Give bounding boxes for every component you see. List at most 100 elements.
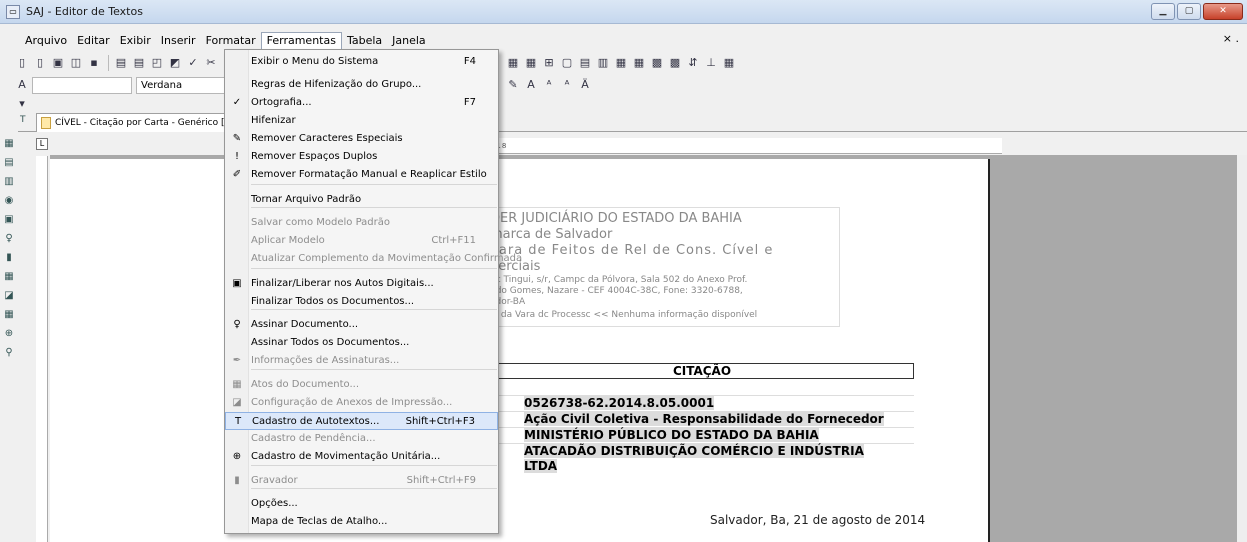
menu-item-label: Finalizar Todos os Documentos... bbox=[251, 296, 415, 307]
menu-item-17[interactable]: ◪ Configuração de Anexos de Impressão... bbox=[225, 394, 498, 412]
highlight-icon[interactable]: ✎ bbox=[505, 77, 521, 93]
menu-item-21[interactable]: ▮ Gravador Shift+Ctrl+F9 bbox=[225, 472, 498, 490]
menu-item-label: Remover Caracteres Especiais bbox=[251, 133, 403, 144]
vertical-scrollbar[interactable] bbox=[1237, 155, 1247, 542]
preview-icon[interactable]: ◰ bbox=[149, 55, 165, 71]
document-page[interactable]: DER JUDICIÁRIO DO ESTADO DA BAHIA marca … bbox=[50, 159, 990, 542]
document-list-icon[interactable]: ▤ bbox=[1, 155, 17, 171]
table-grid-icon[interactable]: ▦ bbox=[523, 55, 539, 71]
menu-item-label: Assinar Todos os Documentos... bbox=[251, 337, 410, 348]
menu-item-19[interactable]: Cadastro de Pendência... bbox=[225, 430, 498, 448]
font-size-up-icon[interactable]: ᴬ bbox=[541, 77, 557, 93]
menu-item-label: Remover Formatação Manual e Reaplicar Es… bbox=[251, 169, 487, 180]
table-add-icon[interactable]: ⊞ bbox=[541, 55, 557, 71]
spellcheck-toolbar-icon[interactable]: ✓ bbox=[185, 55, 201, 71]
menu-item-3[interactable]: Hifenizar bbox=[225, 112, 498, 130]
signature-side-icon[interactable]: ♀ bbox=[1, 231, 17, 247]
table-cell-icon[interactable]: ▢ bbox=[559, 55, 575, 71]
menu-item-label: Informações de Assinaturas... bbox=[251, 355, 400, 366]
menu-item-14[interactable]: Assinar Todos os Documentos... bbox=[225, 334, 498, 352]
find-icon[interactable]: ◩ bbox=[167, 55, 183, 71]
finalize-side-icon[interactable]: ▣ bbox=[1, 212, 17, 228]
lock-icon[interactable]: ◉ bbox=[1, 193, 17, 209]
open-folder-icon[interactable]: ◫ bbox=[68, 55, 84, 71]
maximize-button[interactable]: ▢ bbox=[1177, 3, 1201, 20]
vertical-ruler[interactable] bbox=[36, 156, 48, 542]
menu-inserir[interactable]: Inserir bbox=[156, 32, 201, 50]
menu-item-7[interactable]: Tornar Arquivo Padrão bbox=[225, 191, 498, 209]
menu-item-6[interactable]: ✐ Remover Formatação Manual e Reaplicar E… bbox=[225, 166, 498, 184]
recorder-side-icon[interactable]: ▮ bbox=[1, 250, 17, 266]
new-from-template-icon[interactable]: ▯ bbox=[32, 55, 48, 71]
menu-item-16[interactable]: ▦ Atos do Documento... bbox=[225, 376, 498, 394]
table-split-icon[interactable]: ▦ bbox=[631, 55, 647, 71]
menu-exibir[interactable]: Exibir bbox=[115, 32, 156, 50]
change-case-icon[interactable]: Ä bbox=[577, 77, 593, 93]
table-side-icon[interactable]: ▦ bbox=[1, 307, 17, 323]
citacao-title: CITAÇÃO bbox=[490, 363, 914, 379]
table-insert-icon[interactable]: ▦ bbox=[505, 55, 521, 71]
table-shade-icon[interactable]: ▩ bbox=[667, 55, 683, 71]
menu-arquivo[interactable]: Arquivo bbox=[20, 32, 72, 50]
print-side-icon[interactable]: ◪ bbox=[1, 288, 17, 304]
menu-item-15[interactable]: ✒ Informações de Assinaturas... bbox=[225, 352, 498, 370]
print-icon[interactable]: ▤ bbox=[113, 55, 129, 71]
menu-item-label: Atualizar Complemento da Movimentação Co… bbox=[251, 253, 523, 264]
minimize-button[interactable]: ▁ bbox=[1151, 3, 1175, 20]
table-col-icon[interactable]: ▥ bbox=[595, 55, 611, 71]
menu-item-8[interactable]: Salvar como Modelo Padrão bbox=[225, 214, 498, 232]
font-combo[interactable]: Verdana bbox=[136, 76, 236, 94]
standard-toolbar: ▯ ▯ ▣ ◫ ▪ ▤ ▤ ◰ ◩ ✓ ✂ ▦ ▦ ⊞ ▢ ▤ ▥ ▦ ▦ ▩ … bbox=[0, 52, 1247, 74]
table-merge-icon[interactable]: ▦ bbox=[613, 55, 629, 71]
print-preview-icon[interactable]: ▤ bbox=[131, 55, 147, 71]
pin-icon[interactable]: ⚲ bbox=[1, 345, 17, 361]
menu-item-shortcut: F7 bbox=[463, 97, 476, 108]
menu-formatar[interactable]: Formatar bbox=[201, 32, 261, 50]
menu-item-2[interactable]: ✓ Ortografia... F7 bbox=[225, 94, 498, 112]
movement-side-icon[interactable]: ⊕ bbox=[1, 326, 17, 342]
menu-tabela[interactable]: Tabela bbox=[342, 32, 387, 50]
table-sort-icon[interactable]: ⇵ bbox=[685, 55, 701, 71]
menu-item-13[interactable]: ♀ Assinar Documento... bbox=[225, 316, 498, 334]
menu-item-1[interactable]: Regras de Hifenização do Grupo... bbox=[225, 76, 498, 94]
menu-item-10[interactable]: Atualizar Complemento da Movimentação Co… bbox=[225, 250, 522, 268]
acts-side-icon[interactable]: ▦ bbox=[1, 269, 17, 285]
style-icon: A bbox=[18, 78, 26, 91]
tab-stop-selector[interactable]: L bbox=[36, 138, 48, 150]
font-size-down-icon[interactable]: ᴬ bbox=[559, 77, 575, 93]
menu-item-11[interactable]: ▣ Finalizar/Liberar nos Autos Digitais... bbox=[225, 275, 498, 293]
open-template-icon[interactable]: ▣ bbox=[50, 55, 66, 71]
font-color-icon[interactable]: A bbox=[523, 77, 539, 93]
app-window-icon[interactable]: ▭ bbox=[6, 4, 20, 19]
menu-janela[interactable]: Janela bbox=[387, 32, 431, 50]
autotext-side-icon[interactable]: T bbox=[20, 115, 26, 125]
attach-icon[interactable]: ▥ bbox=[1, 174, 17, 190]
insert-field-icon[interactable]: ▦ bbox=[1, 136, 17, 152]
cut-icon[interactable]: ✂ bbox=[203, 55, 219, 71]
table-align-icon[interactable]: ⊥ bbox=[703, 55, 719, 71]
menu-item-5[interactable]: ! Remover Espaços Duplos bbox=[225, 148, 498, 166]
document-tab[interactable]: CÍVEL - Citação por Carta - Genérico [05… bbox=[36, 113, 226, 132]
header-line-6: ndo Gomes, Nazare - CEF 4004C-38C, Fone:… bbox=[490, 286, 743, 296]
autotext-icon: T bbox=[234, 416, 242, 427]
menu-editar[interactable]: Editar bbox=[72, 32, 115, 50]
table-props-icon[interactable]: ▦ bbox=[721, 55, 737, 71]
close-button[interactable]: ✕ bbox=[1203, 3, 1243, 20]
menu-item-12[interactable]: Finalizar Todos os Documentos... bbox=[225, 293, 498, 311]
movement-icon: ⊕ bbox=[232, 451, 242, 462]
menu-item-22[interactable]: Opções... bbox=[225, 495, 498, 513]
style-combo[interactable] bbox=[32, 76, 132, 94]
chevron-down-icon[interactable]: ▾ bbox=[14, 96, 30, 112]
menu-ferramentas[interactable]: Ferramentas bbox=[260, 32, 342, 50]
menu-item-0[interactable]: Exibir o Menu do Sistema F4 bbox=[225, 53, 498, 71]
menu-item-9[interactable]: Aplicar Modelo Ctrl+F11 bbox=[225, 232, 498, 250]
save-icon[interactable]: ▪ bbox=[86, 55, 102, 71]
menu-item-4[interactable]: ✎ Remover Caracteres Especiais bbox=[225, 130, 498, 148]
menu-item-23[interactable]: Mapa de Teclas de Atalho... bbox=[225, 513, 498, 531]
document-close-button[interactable]: × . bbox=[1223, 32, 1239, 45]
menu-item-18[interactable]: T Cadastro de Autotextos... Shift+Ctrl+F3 bbox=[225, 412, 498, 430]
table-row-icon[interactable]: ▤ bbox=[577, 55, 593, 71]
menu-item-20[interactable]: ⊕ Cadastro de Movimentação Unitária... bbox=[225, 448, 498, 466]
table-border-icon[interactable]: ▩ bbox=[649, 55, 665, 71]
new-document-icon[interactable]: ▯ bbox=[14, 55, 30, 71]
